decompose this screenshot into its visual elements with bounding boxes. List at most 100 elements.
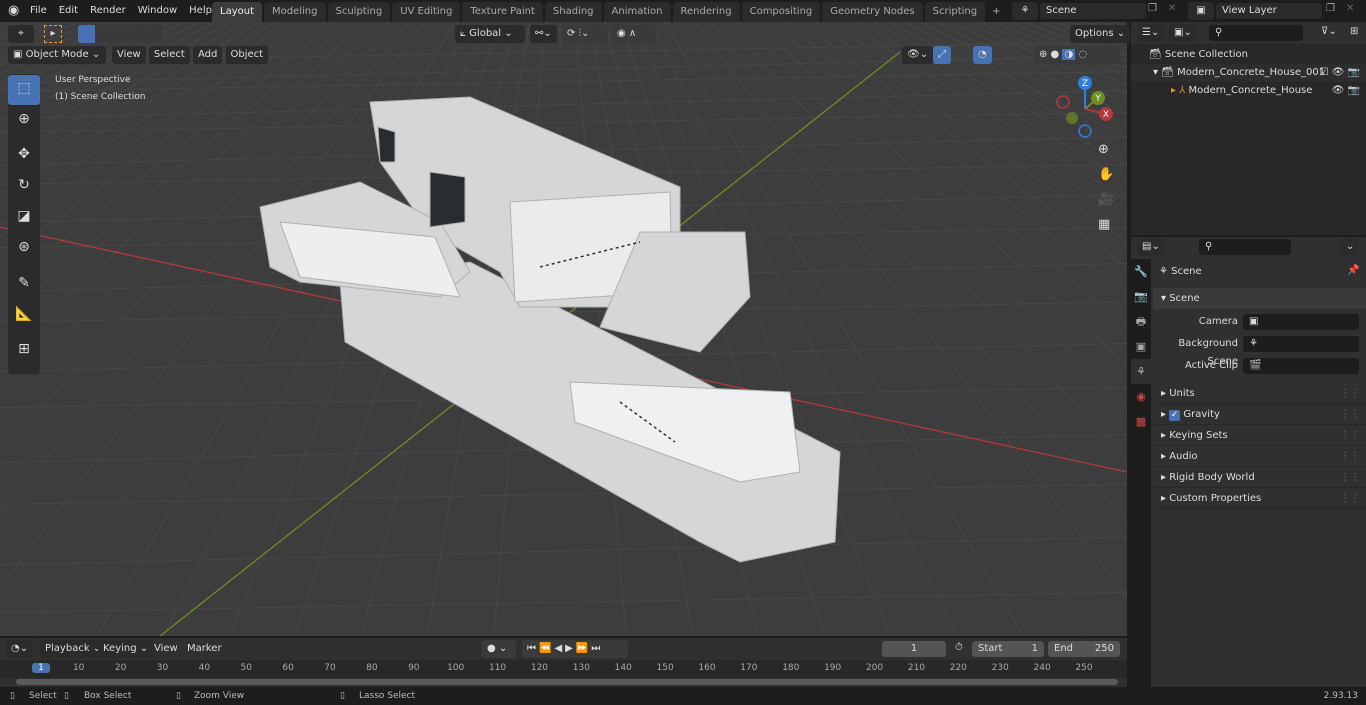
tab-scripting[interactable]: Scripting bbox=[924, 2, 986, 22]
timeline-type-icon[interactable]: ◔⌄ bbox=[6, 640, 34, 658]
timeline-menu-view[interactable]: View bbox=[154, 643, 178, 654]
visibility-toggle-icons[interactable]: ☑ 👁 📷 bbox=[1320, 64, 1360, 82]
background-scene-field[interactable]: ⚘ bbox=[1243, 336, 1359, 352]
tab-shading[interactable]: Shading bbox=[544, 2, 602, 22]
tab-layout[interactable]: Layout bbox=[212, 2, 262, 22]
scene-tab-icon[interactable]: ⚘ bbox=[1131, 359, 1151, 384]
playback-controls[interactable]: ⏮⏪◀▶⏩⏭ bbox=[522, 640, 628, 658]
view-layer-tab-icon[interactable]: ▣ bbox=[1131, 334, 1151, 359]
outliner-scene-collection[interactable]: 🗃 Scene Collection bbox=[1149, 46, 1248, 64]
menu-edit[interactable]: Edit bbox=[53, 0, 84, 22]
tab-animation[interactable]: Animation bbox=[603, 2, 671, 22]
measure-tool-icon[interactable]: 📐 bbox=[11, 301, 37, 327]
shading-mode-buttons[interactable]: ⊕ ● ◑ ◌ bbox=[1034, 46, 1120, 64]
timeline-menu-marker[interactable]: Marker bbox=[187, 643, 222, 654]
selection-mode-buttons[interactable] bbox=[78, 25, 162, 43]
outliner-search-input[interactable]: ⚲ bbox=[1209, 25, 1303, 41]
outliner-item[interactable]: ▾ 🗃 Modern_Concrete_House_001 ☑ 👁 📷 bbox=[1131, 64, 1366, 82]
auto-keying-button[interactable]: ● ⌄ bbox=[482, 640, 516, 658]
overlay-toggle-icon[interactable]: ◔ bbox=[973, 46, 992, 64]
frame-ruler[interactable]: 1 10 20 30 40 50 60 70 80 90 100 110 120 130 140 150 160… bbox=[0, 660, 1127, 678]
transform-orientation-dropdown[interactable]: ⟀ Global ⌄ bbox=[455, 25, 525, 43]
filter-icon[interactable]: ⊽⌄ bbox=[1321, 26, 1337, 37]
view-layer-icon[interactable]: ▣ bbox=[1188, 2, 1214, 20]
rotate-tool-icon[interactable]: ↻ bbox=[11, 172, 37, 198]
properties-type-icon[interactable]: ▤⌄ bbox=[1137, 238, 1165, 256]
camera-field[interactable]: ▣ bbox=[1243, 314, 1359, 330]
visibility-icon[interactable]: 👁⌄ bbox=[902, 46, 934, 64]
3d-viewport[interactable]: ⬚ ⊕ ✥ ↻ ◪ ⊛ ✎ 📐 ⊞ User Perspective (1) S… bbox=[0, 22, 1127, 636]
select-tool-icon[interactable]: ▸ bbox=[44, 25, 62, 43]
zoom-icon[interactable]: ⊕ bbox=[1098, 142, 1109, 157]
menu-render[interactable]: Render bbox=[84, 0, 132, 22]
snapping-icon[interactable]: ⟳ ⫶⌄ bbox=[562, 25, 608, 43]
delete-view-layer-icon[interactable]: ✕ bbox=[1346, 3, 1354, 14]
add-cube-tool-icon[interactable]: ⊞ bbox=[11, 336, 37, 362]
timeline-scrollbar[interactable] bbox=[16, 679, 1118, 685]
properties-options-icon[interactable]: ⌄ bbox=[1341, 238, 1360, 256]
pin-icon[interactable]: 📌 bbox=[1347, 265, 1359, 276]
select-box-tool-icon[interactable]: ⬚ bbox=[8, 75, 40, 105]
blender-logo-icon[interactable]: ◉ bbox=[8, 3, 19, 18]
end-frame-field[interactable]: End 250 bbox=[1048, 641, 1120, 657]
menu-window[interactable]: Window bbox=[132, 0, 183, 22]
visibility-toggle-icons[interactable]: 👁 📷 bbox=[1332, 82, 1360, 100]
output-tab-icon[interactable]: 🖶 bbox=[1131, 309, 1151, 334]
pivot-point-icon[interactable]: ⚯⌄ bbox=[530, 25, 557, 43]
playback-dropdown[interactable]: Playback ⌄ bbox=[40, 640, 107, 658]
view-layer-field[interactable]: View Layer bbox=[1216, 3, 1322, 19]
new-collection-icon[interactable]: ⊞ bbox=[1350, 26, 1358, 37]
tab-rendering[interactable]: Rendering bbox=[672, 2, 740, 22]
menu-file[interactable]: File bbox=[24, 0, 53, 22]
add-workspace-button[interactable]: + bbox=[987, 6, 1005, 17]
tab-texture-paint[interactable]: Texture Paint bbox=[462, 2, 543, 22]
tab-sculpting[interactable]: Sculpting bbox=[327, 2, 391, 22]
tab-compositing[interactable]: Compositing bbox=[741, 2, 821, 22]
display-mode-icon[interactable]: ▣⌄ bbox=[1169, 24, 1197, 42]
keying-dropdown[interactable]: Keying ⌄ bbox=[98, 640, 154, 658]
ortho-grid-icon[interactable]: ▦ bbox=[1098, 217, 1110, 232]
copy-view-layer-icon[interactable]: ❐ bbox=[1326, 3, 1335, 14]
copy-scene-icon[interactable]: ❐ bbox=[1148, 3, 1157, 14]
gravity-checkbox[interactable]: ✓ bbox=[1169, 410, 1181, 421]
scene-panel-header[interactable]: ▾ Scene bbox=[1153, 288, 1366, 309]
pan-hand-icon[interactable]: ✋ bbox=[1098, 167, 1114, 182]
world-tab-icon[interactable]: ◉ bbox=[1131, 384, 1151, 409]
mode-dropdown[interactable]: ▣ Object Mode ⌄ bbox=[8, 46, 106, 64]
options-dropdown[interactable]: Options ⌄ bbox=[1070, 25, 1131, 43]
panel-keying-sets[interactable]: ▸ Keying Sets ⋮⋮ bbox=[1153, 425, 1366, 446]
viewport-menu-view[interactable]: View bbox=[112, 46, 146, 64]
transform-tool-icon[interactable]: ⊛ bbox=[11, 234, 37, 260]
tab-uv-editing[interactable]: UV Editing bbox=[392, 2, 461, 22]
stopwatch-icon[interactable]: ⏱ bbox=[955, 642, 963, 653]
delete-scene-icon[interactable]: ✕ bbox=[1168, 3, 1176, 14]
cursor-tool-icon[interactable]: ⊕ bbox=[11, 106, 37, 132]
house-model[interactable] bbox=[0, 22, 1127, 636]
tool-tab-icon[interactable]: 🔧 bbox=[1131, 259, 1151, 284]
tab-geometry-nodes[interactable]: Geometry Nodes bbox=[822, 2, 923, 22]
scale-tool-icon[interactable]: ◪ bbox=[11, 203, 37, 229]
panel-units[interactable]: ▸ Units ⋮⋮ bbox=[1153, 383, 1366, 404]
editor-type-icon[interactable]: ⌖ bbox=[8, 25, 34, 43]
panel-audio[interactable]: ▸ Audio ⋮⋮ bbox=[1153, 446, 1366, 467]
render-tab-icon[interactable]: 📷 bbox=[1131, 284, 1151, 309]
current-frame-field[interactable]: 1 bbox=[882, 641, 946, 657]
scene-selector-icon[interactable]: ⚘ bbox=[1012, 2, 1038, 20]
panel-gravity[interactable]: ▸ ✓ Gravity ⋮⋮ bbox=[1153, 404, 1366, 425]
annotate-tool-icon[interactable]: ✎ bbox=[11, 270, 37, 296]
outliner-type-icon[interactable]: ☰⌄ bbox=[1137, 24, 1165, 42]
active-clip-field[interactable]: 🎬 bbox=[1243, 358, 1359, 374]
navigation-gizmo[interactable]: Z Y X bbox=[1050, 74, 1120, 144]
move-tool-icon[interactable]: ✥ bbox=[11, 141, 37, 167]
panel-custom-properties[interactable]: ▸ Custom Properties ⋮⋮ bbox=[1153, 488, 1366, 509]
outliner-item[interactable]: ▸ ⅄ Modern_Concrete_House 👁 📷 bbox=[1131, 82, 1366, 100]
viewport-menu-select[interactable]: Select bbox=[148, 46, 190, 64]
texture-tab-icon[interactable]: ▩ bbox=[1131, 409, 1151, 434]
viewport-menu-add[interactable]: Add bbox=[192, 46, 223, 64]
scene-name-field[interactable]: Scene bbox=[1040, 3, 1146, 19]
panel-rigid-body-world[interactable]: ▸ Rigid Body World ⋮⋮ bbox=[1153, 467, 1366, 488]
start-frame-field[interactable]: Start 1 bbox=[972, 641, 1044, 657]
properties-search-input[interactable]: ⚲ bbox=[1199, 239, 1291, 255]
gizmo-toggle-icon[interactable]: ⤢ bbox=[933, 46, 951, 64]
viewport-menu-object[interactable]: Object bbox=[225, 46, 269, 64]
